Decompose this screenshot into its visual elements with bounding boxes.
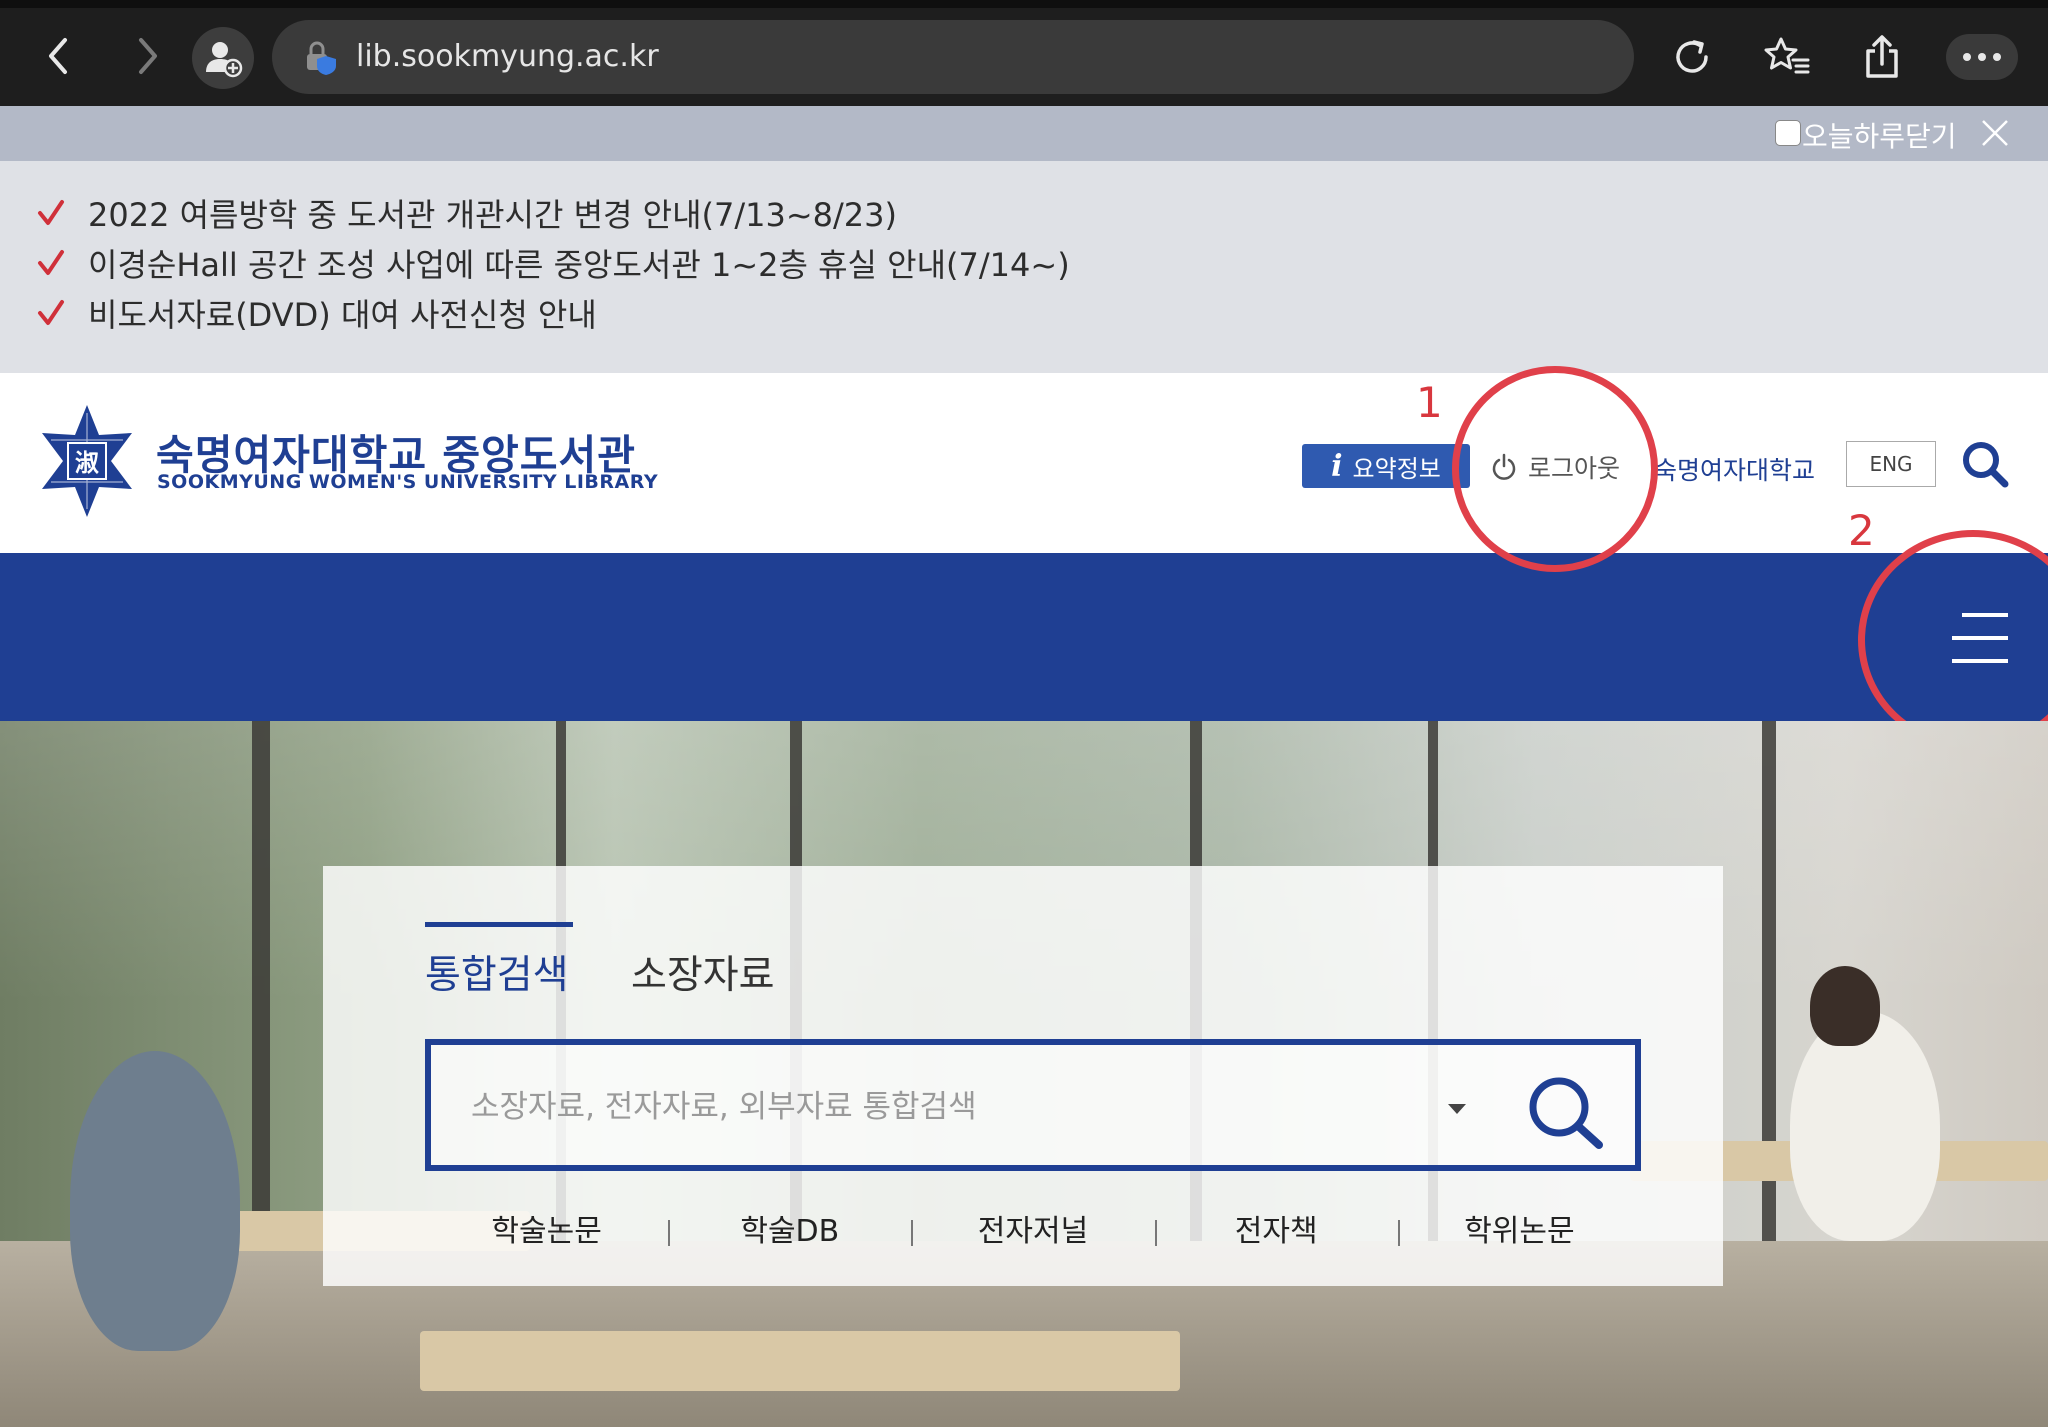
- forward-button[interactable]: [122, 30, 174, 82]
- browser-toolbar: lib.sookmyung.ac.kr: [0, 0, 2048, 106]
- tab-strip: [0, 0, 2048, 8]
- search-panel: 통합검색 소장자료 학술논문 학술DB 전자저널 전자책 학위논문: [323, 866, 1723, 1286]
- notice-item[interactable]: 비도서자료(DVD) 대여 사전신청 안내: [36, 291, 597, 335]
- share-button[interactable]: [1853, 28, 1911, 86]
- notice-text: 이경순Hall 공간 조성 사업에 따른 중앙도서관 1~2층 휴실 안내(7/…: [88, 246, 1070, 284]
- search-box: [425, 1039, 1641, 1171]
- back-icon: [49, 38, 67, 74]
- favorites-button[interactable]: [1758, 28, 1816, 86]
- quick-link-ejournals[interactable]: 전자저널: [911, 1204, 1154, 1260]
- quick-link-papers[interactable]: 학술논문: [425, 1204, 668, 1260]
- annotation-number-2: 2: [1848, 506, 1875, 555]
- table: [420, 1331, 1180, 1391]
- search-input[interactable]: [469, 1083, 1373, 1131]
- address-bar[interactable]: lib.sookmyung.ac.kr: [272, 20, 1634, 94]
- profile-button[interactable]: [192, 27, 254, 89]
- chevron-down-icon[interactable]: [1447, 1103, 1467, 1115]
- search-submit-icon[interactable]: [1523, 1073, 1609, 1149]
- back-button[interactable]: [32, 30, 84, 82]
- student-figure: [1810, 966, 1880, 1046]
- summary-info-label: 요약정보: [1352, 454, 1441, 483]
- url-text: lib.sookmyung.ac.kr: [356, 39, 659, 74]
- site-header: 淑 숙명여자대학교 중앙도서관 SOOKMYUNG WOMEN'S UNIVER…: [0, 373, 2048, 553]
- notice-text: 2022 여름방학 중 도서관 개관시간 변경 안내(7/13~8/23): [88, 196, 898, 234]
- annotation-circle-logout: [1452, 366, 1658, 572]
- active-tab-indicator: [425, 922, 573, 927]
- main-navigation-bar: [0, 553, 2048, 721]
- notice-text: 비도서자료(DVD) 대여 사전신청 안내: [88, 296, 597, 334]
- profile-add-icon: [206, 42, 243, 78]
- summary-info-button[interactable]: i 요약정보: [1302, 444, 1470, 488]
- check-icon: [38, 200, 64, 225]
- university-emblem-icon[interactable]: 淑: [36, 405, 138, 517]
- check-icon: [38, 300, 64, 325]
- student-figure: [1790, 1011, 1940, 1241]
- tab-holdings[interactable]: 소장자료: [631, 944, 775, 1000]
- close-today-checkbox[interactable]: [1775, 120, 1801, 146]
- forward-icon: [139, 38, 157, 74]
- close-today-label[interactable]: 오늘하루닫기: [1802, 115, 1957, 155]
- favorites-icon: [1764, 37, 1810, 74]
- reload-icon: [1676, 40, 1708, 73]
- quick-links: 학술논문 학술DB 전자저널 전자책 학위논문: [425, 1204, 1641, 1260]
- university-link[interactable]: 숙명여자대학교: [1654, 451, 1815, 487]
- close-icon[interactable]: [1980, 118, 2010, 148]
- check-icon: [38, 250, 64, 275]
- notice-item[interactable]: 2022 여름방학 중 도서관 개관시간 변경 안내(7/13~8/23): [36, 191, 897, 235]
- share-icon: [1866, 35, 1898, 78]
- reload-button[interactable]: [1663, 28, 1721, 86]
- quick-link-academic-db[interactable]: 학술DB: [668, 1204, 911, 1260]
- svg-text:淑: 淑: [75, 448, 99, 477]
- search-icon[interactable]: [1960, 439, 2010, 489]
- more-button[interactable]: [1946, 34, 2018, 80]
- tab-integrated-search[interactable]: 통합검색: [425, 944, 569, 1000]
- student-figure: [70, 1051, 240, 1351]
- info-icon: i: [1331, 448, 1343, 484]
- notice-list: 2022 여름방학 중 도서관 개관시간 변경 안내(7/13~8/23) 이경…: [0, 161, 2048, 373]
- quick-link-theses[interactable]: 학위논문: [1397, 1204, 1641, 1260]
- more-icon: [1963, 53, 2001, 61]
- lock-shield-icon: [307, 41, 336, 75]
- popup-header: 오늘하루닫기: [0, 106, 2048, 161]
- notice-item[interactable]: 이경순Hall 공간 조성 사업에 따른 중앙도서관 1~2층 휴실 안내(7/…: [36, 241, 1070, 285]
- quick-link-ebooks[interactable]: 전자책: [1154, 1204, 1398, 1260]
- library-name-english[interactable]: SOOKMYUNG WOMEN'S UNIVERSITY LIBRARY: [157, 471, 658, 493]
- annotation-number-1: 1: [1416, 378, 1443, 427]
- english-button[interactable]: ENG: [1846, 441, 1936, 487]
